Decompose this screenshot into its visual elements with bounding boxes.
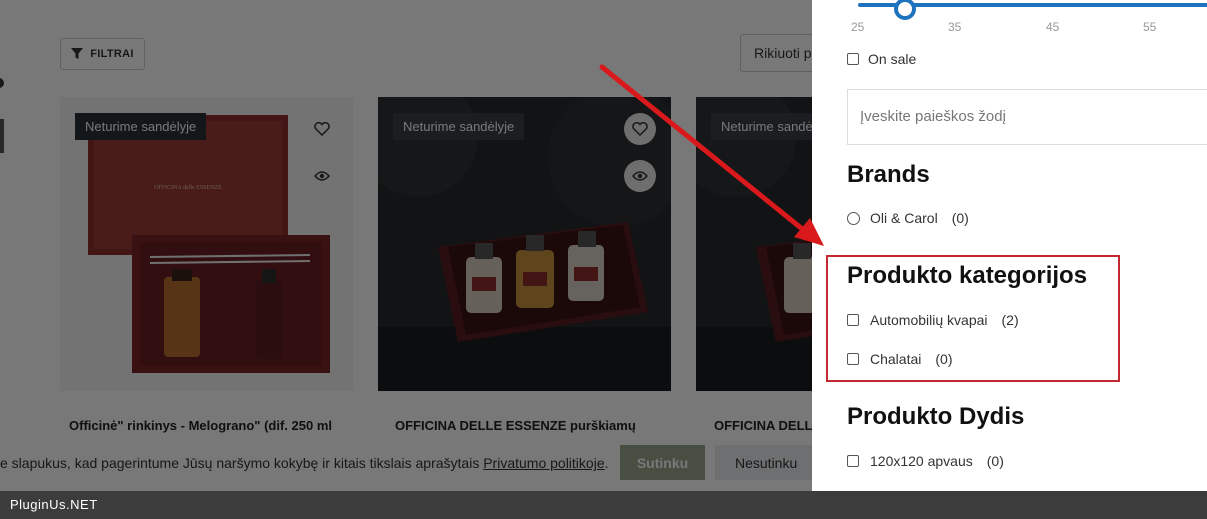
checkbox-box[interactable] bbox=[847, 353, 859, 365]
slider-tick: 55 bbox=[1143, 20, 1157, 34]
heart-icon bbox=[314, 122, 330, 136]
brand-option-count: (0) bbox=[951, 210, 969, 226]
out-of-stock-badge: Neturime sandėlyje bbox=[75, 113, 207, 140]
filter-button[interactable]: FILTRAI bbox=[60, 38, 145, 70]
brand-option-label: Oli & Carol bbox=[870, 210, 938, 226]
product-title[interactable]: OFFICINA DELL bbox=[714, 418, 812, 433]
product-title[interactable]: Officinė" rinkinys - Melograno" (dif. 25… bbox=[69, 418, 332, 433]
radio-button[interactable] bbox=[847, 211, 860, 225]
product-card[interactable]: Neturime sandė bbox=[696, 97, 812, 391]
wishlist-button[interactable] bbox=[306, 113, 338, 145]
eye-icon bbox=[314, 171, 330, 181]
cookie-notice: e slapukus, kad pagerintume Jūsų naršymo… bbox=[0, 455, 609, 471]
footer-bar: PluginUs.NET bbox=[0, 491, 1207, 519]
cookie-notice-suffix: . bbox=[604, 455, 609, 471]
brand-option-oli-carol[interactable]: Oli & Carol (0) bbox=[847, 210, 969, 226]
product-image-diffuser-set: OFFICINA delle ESSENZE bbox=[88, 115, 330, 373]
side-control-dot bbox=[0, 78, 4, 88]
slider-tick: 35 bbox=[948, 20, 962, 34]
quick-view-button[interactable] bbox=[624, 160, 656, 192]
filter-panel: 25 35 45 55 On sale Įveskite paieškos žo… bbox=[812, 0, 1207, 491]
cookie-notice-text: e slapukus, kad pagerintume Jūsų naršymo… bbox=[0, 455, 484, 471]
privacy-policy-link[interactable]: Privatumo politikoje bbox=[483, 455, 604, 471]
wishlist-button[interactable] bbox=[624, 113, 656, 145]
size-option-120x120[interactable]: 120x120 apvaus (0) bbox=[847, 453, 1004, 469]
cookie-accept-button[interactable]: Sutinku bbox=[620, 445, 705, 480]
category-option-label: Automobilių kvapai bbox=[870, 312, 988, 328]
checkbox-box[interactable] bbox=[847, 53, 859, 65]
cookie-decline-button[interactable]: Nesutinku bbox=[715, 445, 812, 480]
product-card[interactable]: OFFICINA delle ESSENZE Neturime sandėlyj… bbox=[60, 97, 353, 391]
side-control-bar bbox=[0, 119, 4, 153]
funnel-icon bbox=[71, 48, 84, 59]
slider-tick: 45 bbox=[1046, 20, 1060, 34]
category-option-robes[interactable]: Chalatai (0) bbox=[847, 351, 953, 367]
slider-tick: 25 bbox=[851, 20, 865, 34]
sizes-heading: Produkto Dydis bbox=[847, 403, 1025, 430]
filter-button-label: FILTRAI bbox=[90, 48, 134, 60]
product-image-car-perfume-set bbox=[696, 97, 812, 391]
category-option-label: Chalatai bbox=[870, 351, 922, 367]
category-option-count: (0) bbox=[935, 351, 953, 367]
quick-view-button[interactable] bbox=[306, 160, 338, 192]
svg-text:OFFICINA delle ESSENZE: OFFICINA delle ESSENZE bbox=[154, 185, 222, 191]
shop-page: FILTRAI Rikiuoti p OFFICINA delle ESSENZ… bbox=[0, 0, 812, 491]
checkbox-box[interactable] bbox=[847, 314, 859, 326]
on-sale-checkbox[interactable]: On sale bbox=[847, 51, 916, 67]
price-slider-track[interactable] bbox=[858, 0, 1207, 20]
eye-icon bbox=[632, 171, 648, 181]
category-option-count: (2) bbox=[1001, 312, 1019, 328]
categories-heading: Produkto kategorijos bbox=[847, 262, 1088, 289]
product-title[interactable]: OFFICINA DELLE ESSENZE purškiamų bbox=[395, 418, 636, 433]
heart-icon bbox=[632, 122, 648, 136]
category-option-car-fragrances[interactable]: Automobilių kvapai (2) bbox=[847, 312, 1019, 328]
size-option-label: 120x120 apvaus bbox=[870, 453, 973, 469]
size-option-count: (0) bbox=[986, 453, 1004, 469]
sort-dropdown[interactable]: Rikiuoti p bbox=[740, 34, 812, 72]
footer-brand: PluginUs.NET bbox=[10, 497, 98, 512]
out-of-stock-badge: Neturime sandėlyje bbox=[393, 113, 525, 140]
price-slider-handle[interactable] bbox=[894, 0, 916, 20]
checkbox-box[interactable] bbox=[847, 455, 859, 467]
search-input[interactable]: Įveskite paieškos žodį bbox=[847, 89, 1207, 145]
product-card[interactable]: Neturime sandėlyje bbox=[378, 97, 671, 391]
on-sale-label: On sale bbox=[868, 51, 917, 67]
product-image-car-perfume-set bbox=[378, 97, 671, 391]
brands-heading: Brands bbox=[847, 161, 930, 188]
out-of-stock-badge: Neturime sandė bbox=[711, 113, 812, 140]
